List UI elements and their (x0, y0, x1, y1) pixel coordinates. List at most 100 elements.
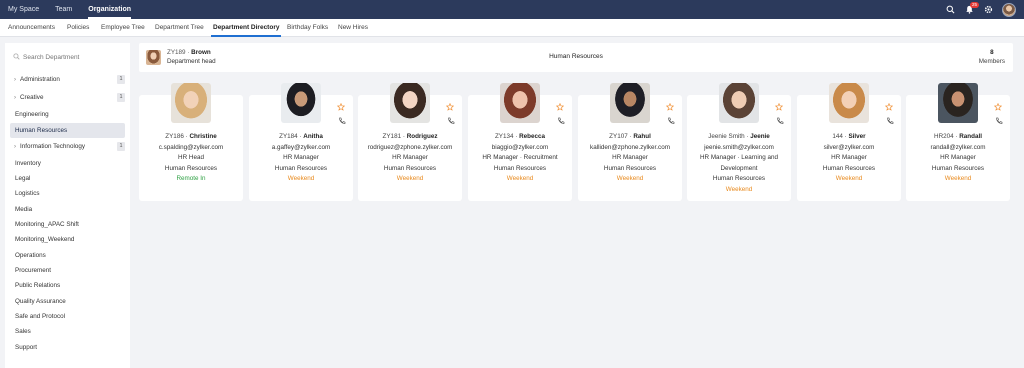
bell-icon[interactable]: 25 (964, 1, 979, 15)
employee-name[interactable]: Christine (189, 133, 216, 140)
sidebar-item-label: Quality Assurance (15, 298, 66, 305)
employee-photo[interactable] (500, 83, 540, 123)
sidebar-item-inventory[interactable]: Inventory (10, 156, 125, 171)
avatar[interactable] (1002, 2, 1016, 17)
chevron-right-icon[interactable]: › (10, 77, 20, 83)
sub-nav: Announcements Policies Employee Tree Dep… (0, 19, 1024, 37)
topnav-organization[interactable]: Organization (80, 0, 139, 19)
employee-photo[interactable] (829, 83, 869, 123)
chevron-right-icon[interactable]: › (10, 144, 20, 150)
tab-announcements[interactable]: Announcements (8, 19, 55, 37)
tab-new-hires[interactable]: New Hires (338, 19, 368, 37)
sidebar-item-operations[interactable]: Operations (10, 248, 125, 263)
employee-email[interactable]: jeenie.smith@zylker.com (687, 143, 791, 154)
tab-birthday-folks[interactable]: Birthday Folks (287, 19, 328, 37)
employee-photo[interactable] (281, 83, 321, 123)
employee-card[interactable]: ZY186 · Christine c.spalding@zylker.com … (139, 83, 243, 201)
topnav-my-space[interactable]: My Space (0, 0, 47, 19)
employee-card[interactable]: ZY107 · Rahul kalliden@zphone.zylker.com… (578, 83, 682, 201)
employee-card[interactable]: HR204 · Randall randall@zylker.com HR Ma… (906, 83, 1010, 201)
employee-designation: HR Manager (392, 154, 428, 161)
employee-name[interactable]: Jeenie (750, 133, 770, 140)
employee-department: Human Resources (931, 164, 985, 172)
employee-info: ZY134 · Rebecca biaggio@zylker.com HR Ma… (468, 132, 572, 185)
sidebar-item-support[interactable]: Support (10, 340, 125, 355)
employee-email[interactable]: c.spalding@zylker.com (139, 143, 243, 154)
star-icon[interactable] (994, 103, 1002, 111)
employee-email[interactable]: randall@zylker.com (906, 143, 1010, 154)
tab-policies[interactable]: Policies (67, 19, 89, 37)
employee-name[interactable]: Randall (959, 133, 982, 140)
tab-department-directory[interactable]: Department Directory (210, 19, 282, 37)
sidebar-item-safe-and-protocol[interactable]: Safe and Protocol (10, 309, 125, 324)
employee-name[interactable]: Silver (848, 133, 865, 140)
employee-photo[interactable] (719, 83, 759, 123)
phone-icon[interactable] (886, 117, 894, 125)
star-icon[interactable] (337, 103, 345, 111)
phone-icon[interactable] (995, 117, 1003, 125)
sidebar-item-public-relations[interactable]: Public Relations (10, 278, 125, 293)
sidebar-item-sales[interactable]: Sales (10, 324, 125, 339)
sidebar-item-media[interactable]: Media (10, 202, 125, 217)
member-count-label: Members (978, 58, 1005, 65)
employee-id: 144 (832, 133, 843, 140)
employee-name[interactable]: Rebecca (519, 133, 545, 140)
employee-name[interactable]: Rodriguez (407, 133, 438, 140)
phone-icon[interactable] (447, 117, 455, 125)
sidebar-item-label: Monitoring_APAC Shift (15, 221, 79, 228)
employee-card[interactable]: ZY184 · Anitha a.gaffey@zylker.com HR Ma… (249, 83, 353, 201)
employee-id: ZY107 (609, 133, 628, 140)
employee-card[interactable]: ZY181 · Rodriguez rodriguez@zphone.zylke… (358, 83, 462, 201)
sidebar-item-procurement[interactable]: Procurement (10, 263, 125, 278)
employee-card[interactable]: ZY134 · Rebecca biaggio@zylker.com HR Ma… (468, 83, 572, 201)
phone-icon[interactable] (557, 117, 565, 125)
sidebar-item-quality-assurance[interactable]: Quality Assurance (10, 294, 125, 309)
sidebar-item-monitoring-apac-shift[interactable]: Monitoring_APAC Shift (10, 217, 125, 232)
employee-name[interactable]: Rahul (633, 133, 651, 140)
employee-info: ZY184 · Anitha a.gaffey@zylker.com HR Ma… (249, 132, 353, 185)
employee-designation: HR Manager · Recruitment (482, 154, 558, 161)
star-icon[interactable] (666, 103, 674, 111)
employee-email[interactable]: a.gaffey@zylker.com (249, 143, 353, 154)
employee-card[interactable]: Jeenie Smith · Jeenie jeenie.smith@zylke… (687, 83, 791, 201)
phone-icon[interactable] (776, 117, 784, 125)
employee-status: Weekend (944, 175, 972, 182)
phone-icon[interactable] (338, 117, 346, 125)
employee-photo[interactable] (610, 83, 650, 123)
sidebar-item-legal[interactable]: Legal (10, 171, 125, 186)
department-search (13, 51, 123, 63)
employee-email[interactable]: biaggio@zylker.com (468, 143, 572, 154)
search-input[interactable] (23, 53, 118, 61)
employee-photo[interactable] (938, 83, 978, 123)
employee-photo[interactable] (171, 83, 211, 123)
topnav-team[interactable]: Team (47, 0, 80, 19)
tab-employee-tree[interactable]: Employee Tree (101, 19, 145, 37)
search-icon[interactable] (945, 5, 955, 15)
employee-email[interactable]: silver@zylker.com (797, 143, 901, 154)
employee-id: ZY186 (165, 133, 184, 140)
sidebar-item-label: Administration (20, 76, 60, 83)
phone-icon[interactable] (667, 117, 675, 125)
star-icon[interactable] (556, 103, 564, 111)
employee-email[interactable]: rodriguez@zphone.zylker.com (358, 143, 462, 154)
chevron-right-icon[interactable]: › (10, 95, 20, 101)
sidebar-item-label: Media (15, 206, 33, 213)
sidebar-item-human-resources[interactable]: Human Resources (10, 123, 125, 138)
gear-icon[interactable] (983, 5, 993, 15)
employee-designation: HR Manager (940, 154, 976, 161)
star-icon[interactable] (775, 103, 783, 111)
employee-photo[interactable] (390, 83, 430, 123)
employee-name[interactable]: Anitha (303, 133, 323, 140)
employee-email[interactable]: kalliden@zphone.zylker.com (578, 143, 682, 154)
sidebar-item-logistics[interactable]: Logistics (10, 186, 125, 201)
employee-card[interactable]: 144 · Silver silver@zylker.com HR Manage… (797, 83, 901, 201)
sidebar-item-engineering[interactable]: Engineering (10, 107, 125, 122)
sidebar-item-administration[interactable]: › Administration 1 (10, 72, 125, 87)
sidebar-item-monitoring-weekend[interactable]: Monitoring_Weekend (10, 232, 125, 247)
employee-info: Jeenie Smith · Jeenie jeenie.smith@zylke… (687, 132, 791, 195)
star-icon[interactable] (446, 103, 454, 111)
tab-department-tree[interactable]: Department Tree (155, 19, 204, 37)
sidebar-item-creative[interactable]: › Creative 1 (10, 90, 125, 105)
sidebar-item-information-technology[interactable]: › Information Technology 1 (10, 139, 125, 154)
star-icon[interactable] (885, 103, 893, 111)
